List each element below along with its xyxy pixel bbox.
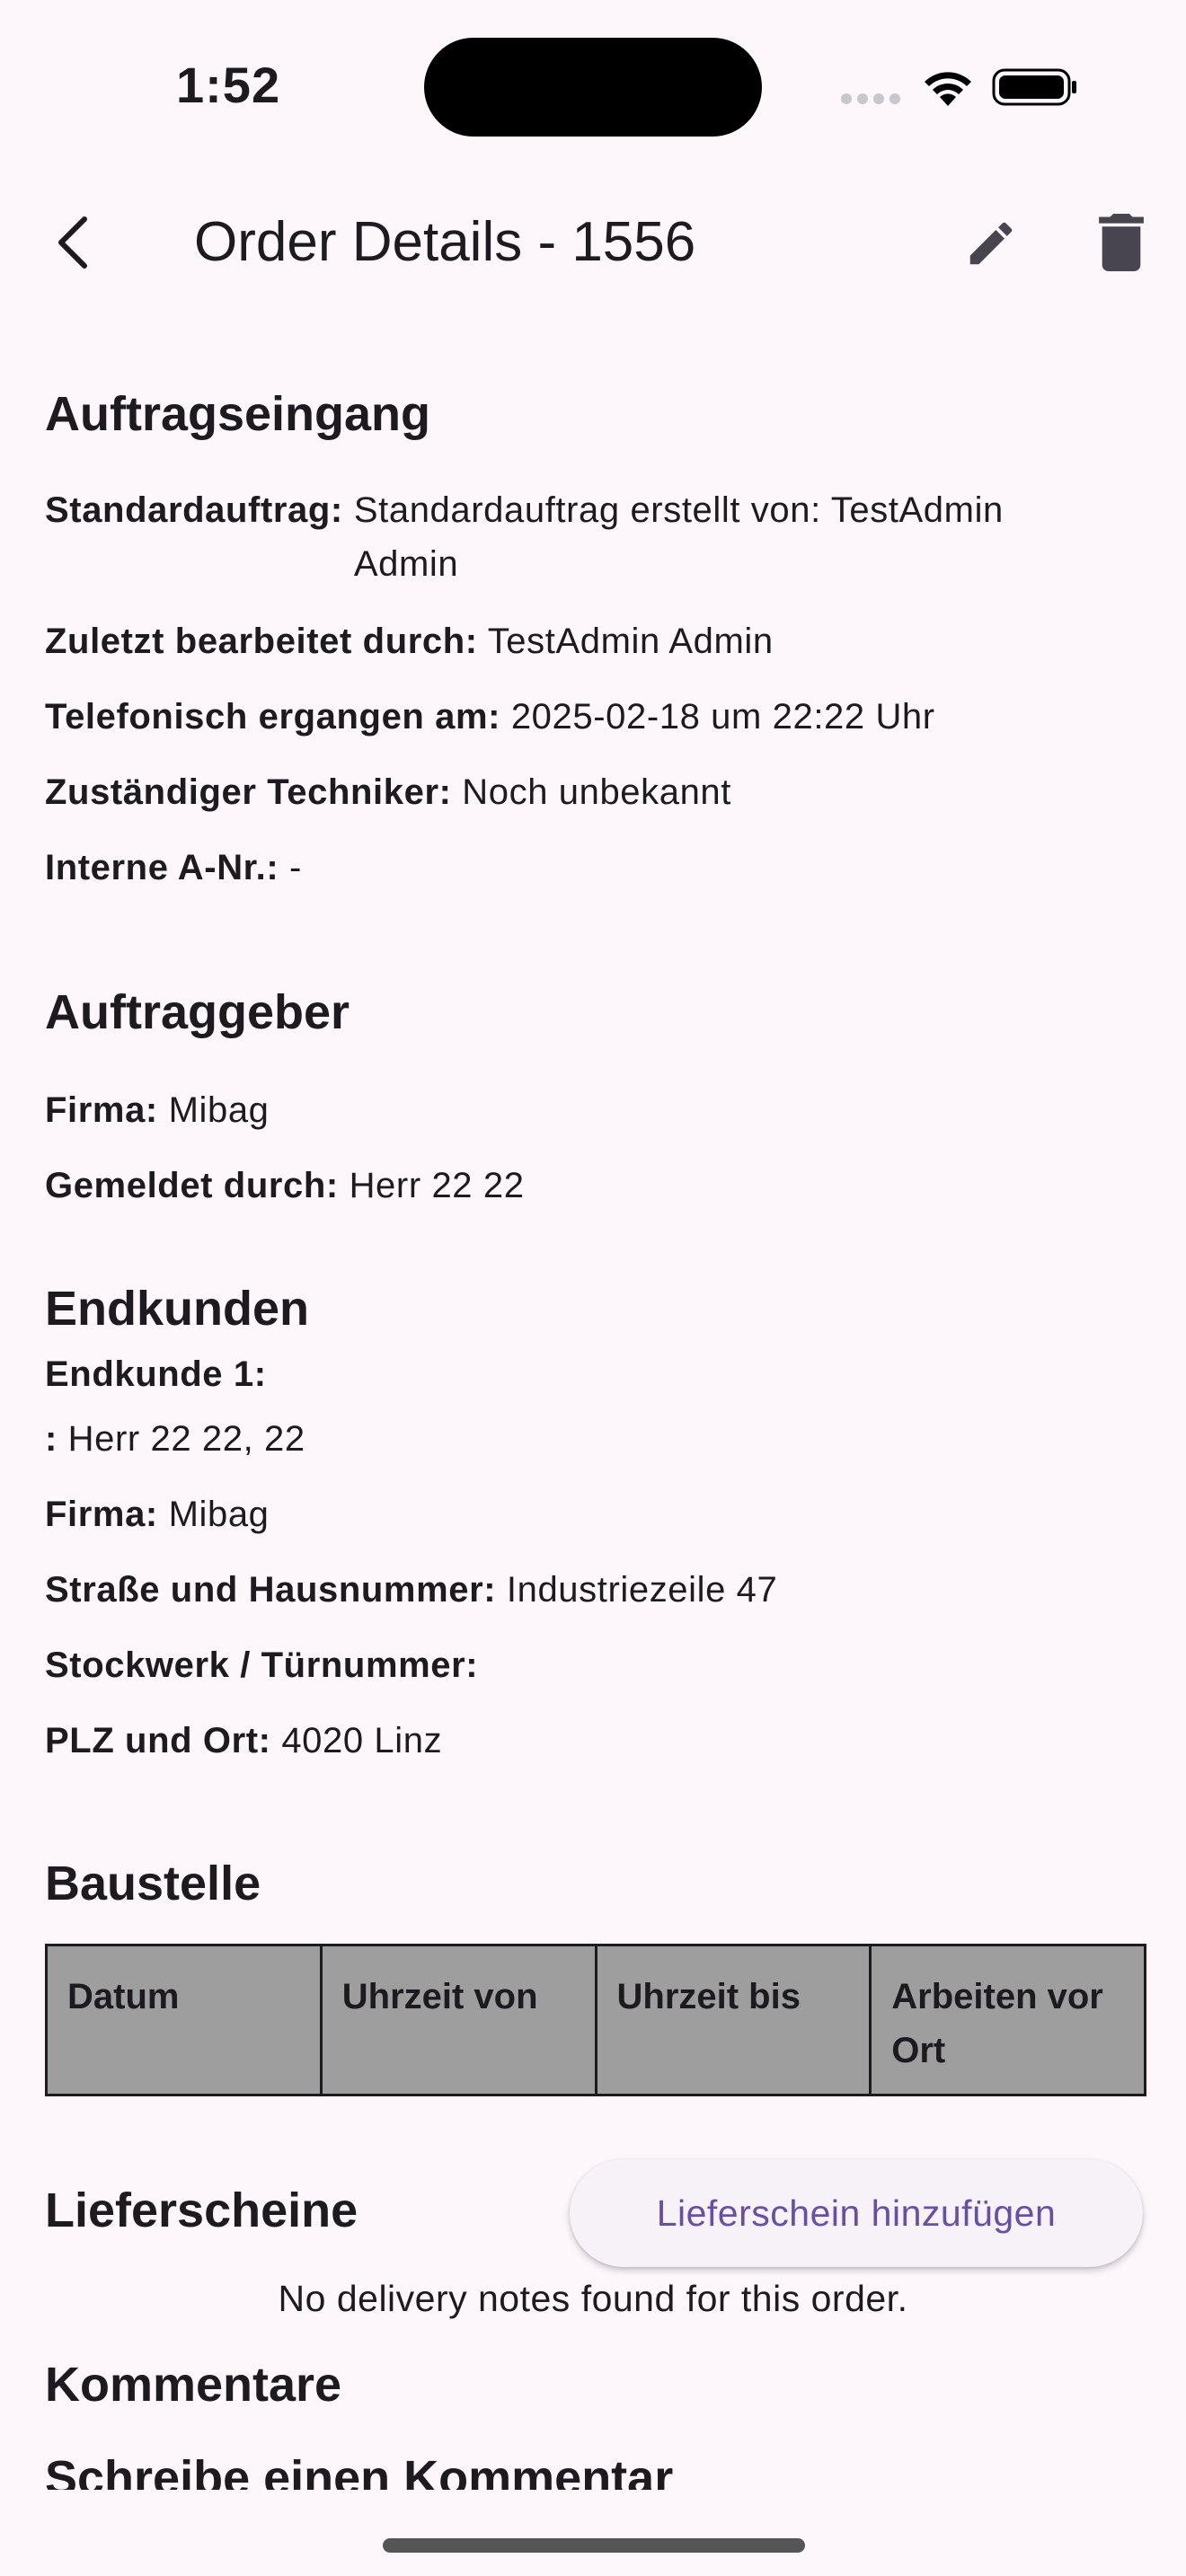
section-title-auftraggeber: Auftraggeber [45, 985, 350, 1039]
auftraggeber-firma-label: Firma: [45, 1090, 158, 1130]
page-title: Order Details - 1556 [194, 211, 696, 273]
standardauftrag-value: Standardauftrag erstellt von: TestAdmin … [353, 490, 1004, 584]
table-header-uhrzeit-bis: Uhrzeit bis [597, 1946, 872, 2094]
techniker-row: Zuständiger Techniker: Noch unbekannt [45, 765, 1145, 819]
gemeldet-label: Gemeldet durch: [45, 1166, 339, 1205]
back-arrow-icon[interactable] [49, 214, 102, 271]
status-bar: 1:52 [0, 0, 1186, 171]
interne-value: - [289, 848, 302, 887]
bearbeitet-label: Zuletzt bearbeitet durch: [45, 622, 478, 661]
telefonisch-value: 2025-02-18 um 22:22 Uhr [510, 697, 935, 737]
plz-label: PLZ und Ort: [45, 1721, 271, 1760]
telefonisch-label: Telefonisch ergangen am: [45, 697, 501, 737]
gemeldet-value: Herr 22 22 [349, 1166, 525, 1205]
section-title-baustelle: Baustelle [45, 1857, 261, 1910]
endkunde-name-value: Herr 22 22, 22 [67, 1419, 305, 1459]
add-delivery-note-button[interactable]: Lieferschein hinzufügen [570, 2159, 1143, 2267]
endkunde-name-label: : [45, 1419, 58, 1459]
section-title-lieferscheine: Lieferscheine [45, 2183, 358, 2237]
edit-pencil-icon[interactable] [963, 216, 1019, 271]
wifi-icon [925, 72, 971, 106]
endkunde-label: Endkunde 1: [45, 1354, 267, 1394]
bearbeitet-row: Zuletzt bearbeitet durch: TestAdmin Admi… [45, 614, 1145, 668]
table-header-uhrzeit-von: Uhrzeit von [323, 1946, 597, 2094]
endkunde-name-row: : Herr 22 22, 22 [45, 1412, 1145, 1466]
status-time: 1:52 [176, 57, 281, 113]
table-header-datum: Datum [48, 1946, 323, 2094]
strasse-label: Straße und Hausnummer: [45, 1570, 497, 1610]
app-bar: Order Details - 1556 [0, 180, 1186, 309]
interne-row: Interne A-Nr.: - [45, 841, 1145, 895]
empty-delivery-notes-message: No delivery notes found for this order. [278, 2278, 908, 2319]
bearbeitet-value: TestAdmin Admin [487, 622, 774, 661]
endkunde-row: Endkunde 1: [45, 1347, 1145, 1401]
home-indicator [383, 2538, 805, 2553]
auftraggeber-firma-row: Firma: Mibag [45, 1083, 1145, 1137]
cellular-signal-icon [841, 93, 900, 106]
table-header-arbeiten: Arbeiten vor Ort [891, 1977, 1103, 2070]
battery-icon [992, 68, 1076, 106]
standardauftrag-row: Standardauftrag: Standardauftrag erstell… [45, 483, 1145, 591]
delete-trash-icon[interactable] [1098, 214, 1145, 271]
endkunde-firma-value: Mibag [168, 1495, 270, 1534]
standardauftrag-label: Standardauftrag: [45, 490, 343, 530]
techniker-value: Noch unbekannt [462, 772, 731, 812]
endkunde-firma-row: Firma: Mibag [45, 1487, 1145, 1541]
strasse-value: Industriezeile 47 [506, 1570, 778, 1610]
strasse-row: Straße und Hausnummer: Industriezeile 47 [45, 1563, 1145, 1617]
dynamic-island [424, 38, 762, 137]
plz-value: 4020 Linz [281, 1721, 443, 1760]
gemeldet-row: Gemeldet durch: Herr 22 22 [45, 1159, 1145, 1213]
section-title-endkunden: Endkunden [45, 1282, 309, 1336]
stockwerk-row: Stockwerk / Türnummer: [45, 1638, 1145, 1692]
write-comment-heading: Schreibe einen Kommentar [45, 2451, 674, 2490]
interne-label: Interne A-Nr.: [45, 848, 279, 887]
auftraggeber-firma-value: Mibag [168, 1090, 270, 1130]
section-title-auftragseingang: Auftragseingang [45, 387, 431, 441]
telefonisch-row: Telefonisch ergangen am: 2025-02-18 um 2… [45, 690, 1145, 744]
plz-row: PLZ und Ort: 4020 Linz [45, 1714, 1145, 1768]
techniker-label: Zuständiger Techniker: [45, 772, 452, 812]
baustelle-table: Datum Uhrzeit von Uhrzeit bis Arbeiten v… [45, 1944, 1146, 2096]
section-title-kommentare: Kommentare [45, 2358, 342, 2412]
endkunde-firma-label: Firma: [45, 1495, 158, 1534]
stockwerk-label: Stockwerk / Türnummer: [45, 1645, 479, 1685]
